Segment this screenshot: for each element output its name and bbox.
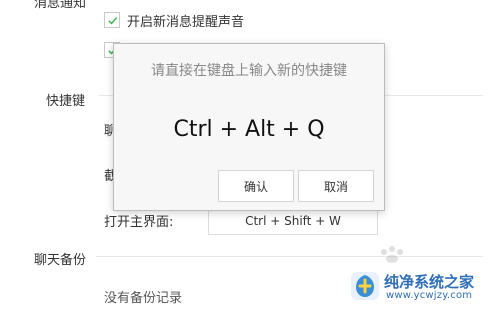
confirm-button[interactable]: 确认 xyxy=(218,170,294,202)
watermark-site-name: 纯净系统之家 xyxy=(384,273,475,291)
check-icon xyxy=(107,16,117,24)
faint-decoration-icon xyxy=(381,246,403,263)
cancel-button[interactable]: 取消 xyxy=(298,170,374,202)
watermark-url: www.ycwjzy.com xyxy=(386,290,473,301)
new-message-sound-label: 开启新消息提醒声音 xyxy=(127,15,245,30)
open-main-window-shortcut-field[interactable]: Ctrl + Shift + W xyxy=(208,207,378,235)
open-main-window-shortcut-value: Ctrl + Shift + W xyxy=(245,214,341,228)
captured-key-combo: Ctrl + Alt + Q xyxy=(173,117,325,142)
confirm-button-label: 确认 xyxy=(243,179,268,194)
cancel-button-label: 取消 xyxy=(323,179,348,194)
new-message-sound-checkbox[interactable] xyxy=(104,12,120,28)
site-logo-icon xyxy=(351,272,379,300)
open-main-window-label: 打开主界面: xyxy=(104,215,174,230)
backup-divider xyxy=(96,256,483,257)
section-label-backup: 聊天备份 xyxy=(34,253,87,268)
section-label-shortcut: 快捷键 xyxy=(46,94,86,109)
backup-empty-text: 没有备份记录 xyxy=(104,291,183,306)
section-label-notify: 消息通知 xyxy=(34,0,87,11)
dialog-title: 请直接在键盘上输入新的快捷键 xyxy=(151,63,347,79)
shortcut-input-dialog: 请直接在键盘上输入新的快捷键 Ctrl + Alt + Q 确认 取消 xyxy=(113,43,385,211)
